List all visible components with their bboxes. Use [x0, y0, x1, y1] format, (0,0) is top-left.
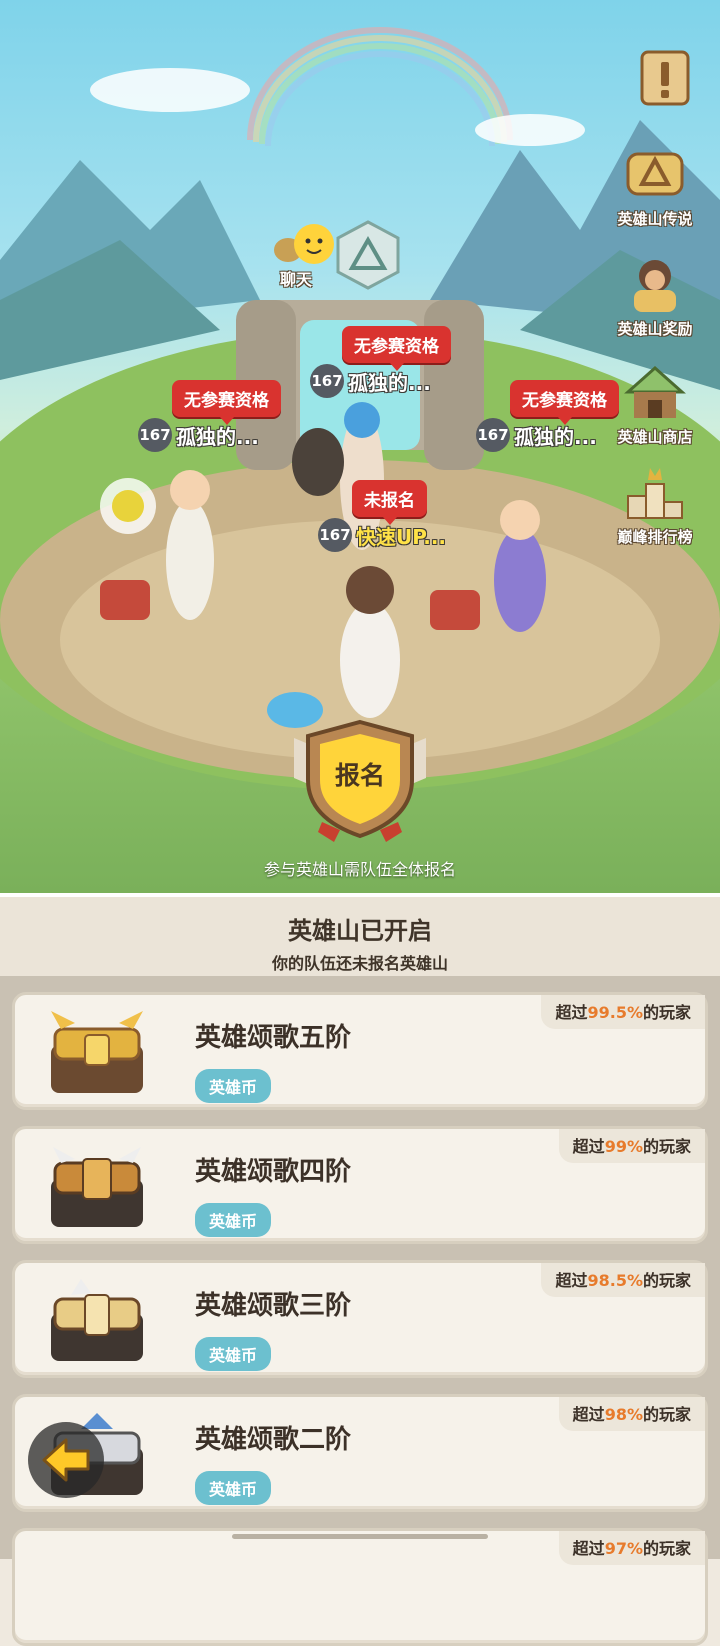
signup-label: 报名: [334, 761, 385, 790]
player-name: 孤独的...: [514, 424, 597, 449]
player-nameplate[interactable]: 167 快速UP...: [318, 518, 446, 552]
player-status-badge: 无参赛资格: [172, 380, 281, 425]
tier-card[interactable]: 英雄颂歌五阶 英雄币 超过99.5%的玩家: [12, 992, 708, 1110]
player-nameplate[interactable]: 167 孤独的...: [310, 364, 431, 398]
player-status-badge: 无参赛资格: [342, 326, 451, 371]
tier-name: 英雄颂歌二阶: [195, 1425, 352, 1455]
percentile-tag: 超过97%的玩家: [558, 1531, 705, 1565]
percentile-tag: 超过99%的玩家: [558, 1129, 705, 1163]
menu-label-reward: 英雄山奖励: [617, 320, 693, 338]
chat-label: 聊天: [280, 270, 313, 289]
scroll-indicator: [232, 1534, 488, 1539]
menu-label-rank: 巅峰排行榜: [617, 528, 693, 546]
currency-badge: 英雄币: [195, 1203, 272, 1237]
player-status-badge: 无参赛资格: [510, 380, 619, 425]
treasure-chest-icon: [51, 1011, 143, 1093]
menu-label-shop: 英雄山商店: [617, 428, 693, 446]
player-level: 167: [138, 418, 172, 452]
hero-mountain-reward-button[interactable]: 英雄山奖励: [600, 254, 710, 339]
player-level: 167: [310, 364, 344, 398]
tier-name: 英雄颂歌三阶: [195, 1291, 352, 1321]
chat-emoji-icon: [274, 224, 334, 264]
currency-badge: 英雄币: [195, 1069, 272, 1103]
player-name: 孤独的...: [348, 370, 431, 395]
status-title: 英雄山已开启: [288, 917, 432, 945]
currency-badge: 英雄币: [195, 1471, 272, 1505]
signup-hint: 参与英雄山需队伍全体报名: [263, 860, 456, 879]
percentile-tag: 超过98%的玩家: [558, 1397, 705, 1431]
player-level: 167: [476, 418, 510, 452]
percentile-tag: 超过99.5%的玩家: [541, 995, 705, 1029]
treasure-chest-icon: [51, 1147, 143, 1227]
game-scene: 英雄山传说 英雄山奖励 英雄山商店 巅峰排行榜 聊天 无参赛资格 167 孤独的…: [0, 0, 720, 893]
status-subtitle: 你的队伍还未报名英雄山: [271, 954, 448, 973]
player-nameplate[interactable]: 167 孤独的...: [476, 418, 597, 452]
back-button[interactable]: [28, 1422, 104, 1498]
caveman-icon: [634, 260, 676, 312]
player-status-badge: 未报名: [352, 480, 427, 525]
tier-card[interactable]: 英雄颂歌二阶 英雄币 超过98%的玩家: [12, 1394, 708, 1512]
info-button[interactable]: [610, 48, 720, 112]
currency-badge: 英雄币: [195, 1337, 272, 1371]
tier-name: 英雄颂歌五阶: [195, 1023, 352, 1053]
signup-button[interactable]: 报名: [288, 718, 432, 844]
scroll-exclamation-icon: [640, 50, 690, 106]
tier-card[interactable]: 英雄颂歌四阶 英雄币 超过99%的玩家: [12, 1126, 708, 1244]
player-name: 快速UP...: [356, 524, 447, 549]
hero-mountain-scroll-icon: [626, 152, 684, 196]
player-name: 孤独的...: [176, 424, 259, 449]
menu-label-legend: 英雄山传说: [617, 210, 693, 228]
arrow-left-icon: [42, 1438, 90, 1482]
treasure-chest-icon: [51, 1279, 143, 1361]
tier-list[interactable]: 英雄颂歌五阶 英雄币 超过99.5%的玩家 英雄颂歌四阶 英雄币 超过99%的玩…: [0, 976, 720, 1646]
player-nameplate[interactable]: 167 孤独的...: [138, 418, 259, 452]
tier-card[interactable]: 超过97%的玩家: [12, 1528, 708, 1646]
chat-button[interactable]: 聊天: [268, 222, 338, 289]
hut-shop-icon: [624, 365, 686, 418]
percentile-tag: 超过98.5%的玩家: [541, 1263, 705, 1297]
status-header: 英雄山已开启 你的队伍还未报名英雄山: [0, 893, 720, 980]
tier-name: 英雄颂歌四阶: [195, 1157, 352, 1187]
hero-mountain-legend-button[interactable]: 英雄山传说: [600, 144, 710, 229]
player-level: 167: [318, 518, 352, 552]
podium-icon: [627, 468, 683, 519]
peak-ranking-button[interactable]: 巅峰排行榜: [600, 462, 710, 547]
tier-card[interactable]: 英雄颂歌三阶 英雄币 超过98.5%的玩家: [12, 1260, 708, 1378]
